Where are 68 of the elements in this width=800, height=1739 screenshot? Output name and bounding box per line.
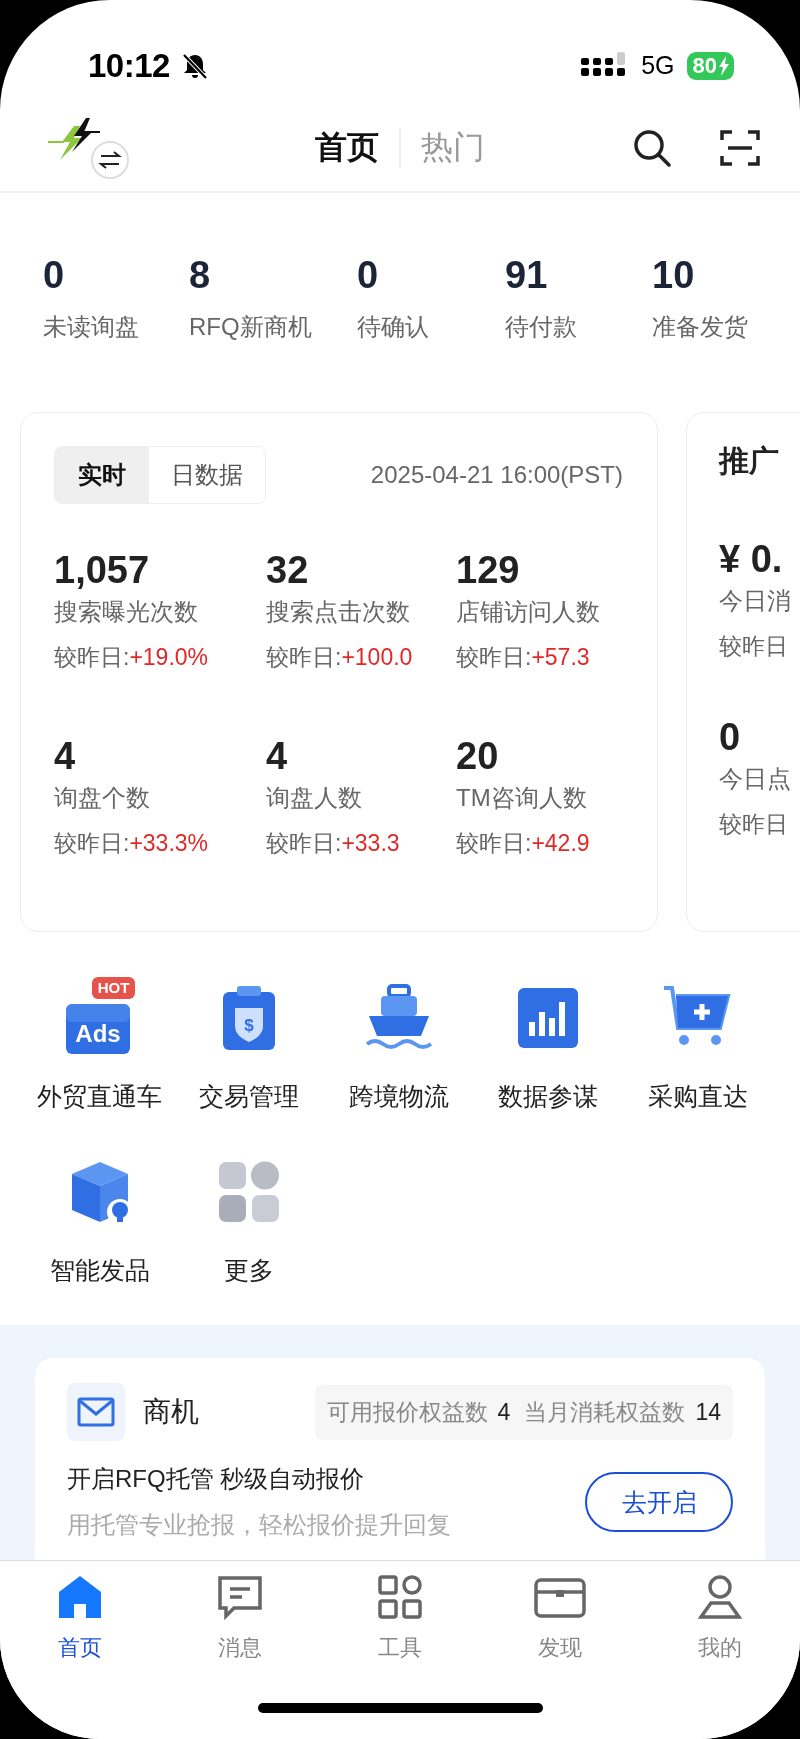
hot-badge: HOT	[91, 977, 136, 999]
metric-value: 20	[456, 734, 500, 778]
promo-headline: 开启RFQ托管 秒级自动报价	[67, 1464, 366, 1494]
stat-value: 0	[357, 253, 380, 297]
metric-label: 今日消	[719, 586, 792, 616]
quota-text: 可用报价权益数 4	[326, 1397, 511, 1427]
stat-value: 0	[43, 253, 66, 297]
metric-label: 今日点	[719, 764, 792, 794]
stat-label[interactable]: 准备发货	[652, 311, 800, 343]
stat-value: 10	[652, 253, 696, 297]
nav-tab[interactable]: 我的	[698, 1633, 742, 1663]
metric-label: 询盘个数	[54, 783, 151, 813]
section-title: 商机	[143, 1395, 199, 1429]
metric-value: 4	[54, 734, 77, 778]
stat-value: 91	[505, 253, 549, 297]
card-title: 推广	[719, 443, 780, 479]
metric-label: 询盘人数	[266, 783, 363, 813]
segment-tab[interactable]: 实时	[55, 447, 149, 503]
metric-label: 搜索曝光次数	[54, 597, 199, 627]
metric-value: 0	[719, 715, 742, 759]
tool-label[interactable]: 外贸直通车	[37, 1080, 163, 1113]
metric-change: 较昨日:+19.0%	[54, 643, 210, 672]
timestamp: 2025-04-21 16:00(PST)	[370, 461, 623, 489]
mail-icon	[67, 1383, 125, 1441]
stat-label[interactable]: 待付款	[505, 311, 652, 343]
nav-tab[interactable]: 发现	[538, 1633, 582, 1663]
scan-icon[interactable]	[720, 128, 760, 168]
home-icon[interactable]	[57, 1574, 103, 1620]
swap-icon[interactable]	[90, 140, 130, 180]
header-tab[interactable]: 首页	[295, 126, 399, 170]
metric-change: 较昨日:+42.9	[456, 829, 591, 858]
tool-label[interactable]: 更多	[224, 1254, 275, 1287]
stat-label[interactable]: RFQ新商机	[189, 311, 357, 343]
battery-indicator: 80	[686, 51, 734, 80]
message-icon[interactable]	[216, 1574, 264, 1620]
metric-change: 较昨日:+33.3	[266, 829, 401, 858]
enable-button[interactable]: 去开启	[585, 1472, 733, 1532]
quota-text: 当月消耗权益数 14	[524, 1397, 721, 1427]
metric-change: 较昨日:+33.3%	[54, 829, 210, 858]
nav-tab[interactable]: 工具	[378, 1633, 422, 1663]
stat-label[interactable]: 待确认	[357, 311, 505, 343]
metric-value: 1,057	[54, 548, 151, 592]
tool-label[interactable]: 采购直达	[647, 1080, 748, 1113]
stat-value: 8	[189, 253, 212, 297]
stat-label[interactable]: 未读询盘	[43, 311, 189, 343]
tool-label[interactable]: 交易管理	[199, 1080, 300, 1113]
clock-time: 10:12	[88, 46, 170, 85]
metric-value: 129	[456, 548, 521, 592]
metric-value: ¥ 0.	[719, 537, 784, 581]
tool-label[interactable]: 跨境物流	[348, 1080, 449, 1113]
metric-change: 较昨日:+57.3	[456, 643, 591, 672]
metric-label: 店铺访问人数	[456, 597, 601, 627]
metric-change: 较昨日	[719, 810, 789, 839]
tool-label[interactable]: 智能发品	[49, 1254, 150, 1287]
promo-subtitle: 用托管专业抢报，轻松报价提升回复	[67, 1510, 451, 1540]
metric-value: 4	[266, 734, 289, 778]
metric-label: TM咨询人数	[456, 783, 588, 813]
network-label: 5G	[641, 51, 675, 80]
search-icon[interactable]	[632, 128, 672, 168]
nav-tab[interactable]: 消息	[218, 1633, 262, 1663]
tool-label[interactable]: 数据参谋	[498, 1080, 599, 1113]
metric-value: 32	[266, 548, 310, 592]
grid-icon[interactable]	[377, 1574, 423, 1620]
metric-label: 搜索点击次数	[266, 597, 411, 627]
metric-change: 较昨日	[719, 632, 789, 661]
nav-tab[interactable]: 首页	[58, 1633, 102, 1663]
metric-change: 较昨日:+100.0	[266, 643, 414, 672]
person-icon[interactable]	[698, 1574, 742, 1620]
